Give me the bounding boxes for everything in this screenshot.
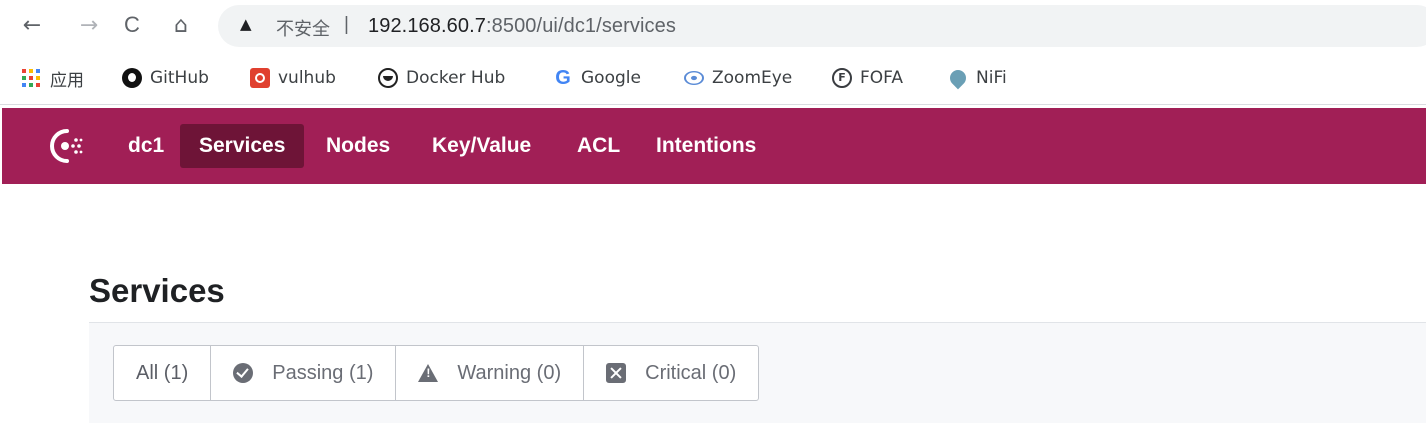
back-button[interactable]: ← — [18, 10, 46, 40]
url-host: 192.168.60.7 — [368, 15, 486, 37]
nav-acl[interactable]: ACL — [558, 124, 639, 168]
bookmark-label: ZoomEye — [712, 68, 793, 88]
docker-icon — [378, 68, 398, 88]
x-square-icon — [606, 363, 627, 383]
nav-services[interactable]: Services — [180, 124, 305, 168]
back-arrow-icon: ← — [22, 12, 42, 38]
datacenter-selector[interactable]: dc1 — [109, 124, 183, 168]
vulhub-icon — [250, 68, 270, 88]
bookmark-label: GitHub — [150, 68, 209, 88]
bookmark-google[interactable]: G Google — [553, 66, 641, 90]
bookmarks-bar: 应用 GitHub vulhub Docker Hub G Google Zoo… — [0, 52, 1426, 105]
bookmark-github[interactable]: GitHub — [122, 66, 209, 90]
bookmark-label: 应用 — [50, 70, 84, 91]
browser-toolbar: ← → C ⌂ ▲ 不安全 | 192.168.60.7:8500/ui/dc1… — [0, 0, 1426, 52]
address-bar[interactable]: ▲ 不安全 | 192.168.60.7:8500/ui/dc1/service… — [218, 5, 1426, 47]
warning-triangle-icon — [418, 364, 439, 382]
zoomeye-icon — [684, 71, 704, 85]
consul-logo-icon[interactable] — [46, 127, 84, 165]
reload-icon: C — [124, 12, 140, 37]
google-icon: G — [555, 67, 571, 89]
nav-key-value[interactable]: Key/Value — [413, 124, 550, 168]
home-button[interactable]: ⌂ — [167, 10, 195, 40]
bookmark-label: Docker Hub — [406, 68, 506, 88]
bookmark-label: NiFi — [976, 68, 1007, 88]
bookmark-label: vulhub — [278, 68, 336, 88]
bookmark-docker-hub[interactable]: Docker Hub — [378, 66, 505, 90]
page-title: Services — [89, 272, 225, 309]
bookmark-zoomeye[interactable]: ZoomEye — [684, 66, 792, 90]
status-filter-tabs: All (1) Passing (1) Warning (0) Critical… — [113, 345, 760, 401]
filter-label: All (1) — [136, 361, 189, 384]
bookmark-apps[interactable]: 应用 — [22, 66, 84, 91]
apps-grid-icon — [22, 69, 40, 87]
bookmark-nifi[interactable]: NiFi — [946, 66, 1007, 90]
bookmark-vulhub[interactable]: vulhub — [250, 66, 336, 90]
bookmark-fofa[interactable]: F FOFA — [832, 66, 903, 90]
consul-top-nav: dc1 Services Nodes Key/Value ACL Intenti… — [2, 108, 1426, 184]
nav-intentions[interactable]: Intentions — [637, 124, 775, 168]
forward-arrow-icon: → — [79, 12, 99, 38]
github-icon — [122, 68, 142, 88]
filter-label: Warning (0) — [457, 361, 562, 384]
filter-critical[interactable]: Critical (0) — [583, 346, 758, 400]
url-path: :8500/ui/dc1/services — [485, 15, 676, 37]
filter-passing[interactable]: Passing (1) — [210, 346, 395, 400]
check-circle-icon — [233, 363, 254, 383]
nifi-icon — [946, 66, 970, 90]
bookmark-label: Google — [581, 68, 641, 88]
url-text[interactable]: 192.168.60.7:8500/ui/dc1/services — [368, 15, 676, 38]
forward-button[interactable]: → — [75, 10, 103, 40]
fofa-icon: F — [832, 68, 852, 88]
separator: | — [344, 14, 349, 35]
filter-all[interactable]: All (1) — [114, 346, 210, 400]
filter-warning[interactable]: Warning (0) — [395, 346, 583, 400]
reload-button[interactable]: C — [118, 10, 146, 40]
insecure-label[interactable]: 不安全 — [276, 15, 330, 41]
warning-icon: ▲ — [240, 15, 252, 33]
home-icon: ⌂ — [174, 12, 188, 38]
filter-label: Critical (0) — [645, 361, 737, 384]
bookmark-label: FOFA — [860, 68, 904, 88]
filter-label: Passing (1) — [272, 361, 374, 384]
nav-nodes[interactable]: Nodes — [307, 124, 409, 168]
